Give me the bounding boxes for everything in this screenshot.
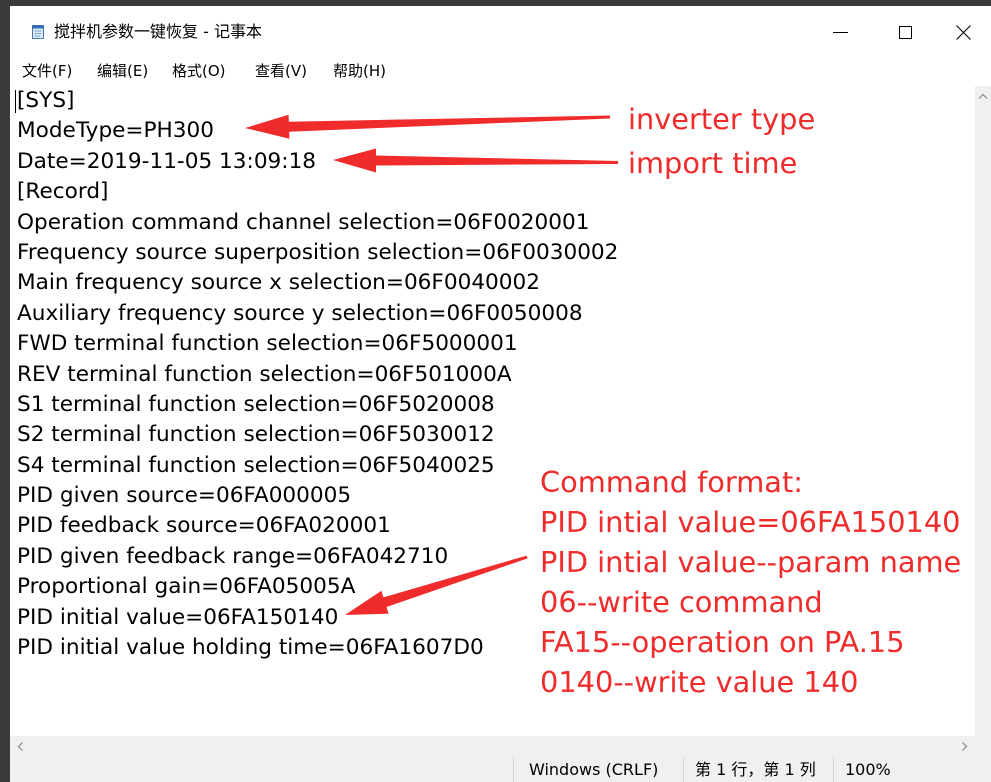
- chevron-up-icon: [978, 93, 988, 99]
- annotation-command-format-line: PID intial value=06FA150140: [540, 505, 961, 539]
- text-line[interactable]: PID feedback source=06FA020001: [17, 511, 618, 541]
- text-line[interactable]: PID initial value holding time=06FA1607D…: [17, 633, 618, 663]
- text-lines[interactable]: [SYS] ModeType=PH300 Date=2019-11-05 13:…: [17, 86, 618, 663]
- text-line[interactable]: Operation command channel selection=06F0…: [17, 208, 618, 238]
- text-line[interactable]: [Record]: [17, 177, 618, 207]
- status-zoom: 100%: [845, 760, 891, 779]
- annotation-command-format-line: PID intial value--param name: [540, 545, 962, 579]
- close-icon: [956, 24, 971, 40]
- status-bar: Windows (CRLF) 第 1 行，第 1 列 100%: [10, 757, 991, 782]
- text-line[interactable]: PID given feedback range=06FA042710: [17, 542, 618, 572]
- title-bar[interactable]: 搅拌机参数一键恢复 - 记事本: [10, 6, 991, 58]
- text-line[interactable]: S4 terminal function selection=06F504002…: [17, 451, 618, 481]
- text-line[interactable]: [SYS]: [17, 86, 618, 116]
- text-line[interactable]: Frequency source superposition selection…: [17, 238, 618, 268]
- status-line-ending: Windows (CRLF): [529, 760, 659, 779]
- scroll-left-button[interactable]: [10, 736, 31, 757]
- annotation-import-time: import time: [628, 146, 798, 180]
- status-separator: [833, 757, 834, 782]
- scrollbar-corner: [975, 736, 991, 757]
- annotation-command-format-line: FA15--operation on PA.15: [540, 625, 905, 659]
- notepad-icon[interactable]: [30, 24, 46, 40]
- status-separator: [683, 757, 684, 782]
- status-separator: [513, 757, 514, 782]
- maximize-button[interactable]: [876, 6, 934, 58]
- annotation-inverter-type: inverter type: [628, 102, 816, 136]
- text-caret: [15, 90, 16, 113]
- text-line[interactable]: REV terminal function selection=06F50100…: [17, 360, 618, 390]
- annotation-command-format-line: 06--write command: [540, 585, 823, 619]
- menu-format[interactable]: 格式(O): [172, 58, 226, 84]
- text-line[interactable]: ModeType=PH300: [17, 116, 618, 146]
- text-line[interactable]: S2 terminal function selection=06F503001…: [17, 420, 618, 450]
- menu-bar: 文件(F) 编辑(E) 格式(O) 查看(V) 帮助(H): [10, 58, 991, 84]
- menu-edit[interactable]: 编辑(E): [97, 58, 148, 84]
- status-cursor-position: 第 1 行，第 1 列: [695, 760, 816, 779]
- text-line[interactable]: PID initial value=06FA150140: [17, 603, 618, 633]
- menu-view[interactable]: 查看(V): [255, 58, 307, 84]
- minimize-icon: [832, 31, 848, 33]
- chevron-left-icon: [17, 742, 23, 751]
- text-line[interactable]: S1 terminal function selection=06F502000…: [17, 390, 618, 420]
- minimize-button[interactable]: [811, 6, 869, 58]
- scroll-up-button[interactable]: [975, 86, 991, 107]
- text-line[interactable]: Auxiliary frequency source y selection=0…: [17, 299, 618, 329]
- annotation-command-format-line: 0140--write value 140: [540, 665, 859, 699]
- vertical-scrollbar[interactable]: [975, 86, 991, 736]
- window-title: 搅拌机参数一键恢复 - 记事本: [54, 22, 262, 41]
- maximize-icon: [898, 25, 912, 39]
- text-line[interactable]: PID given source=06FA000005: [17, 481, 618, 511]
- text-line[interactable]: Date=2019-11-05 13:09:18: [17, 147, 618, 177]
- scroll-right-button[interactable]: [954, 736, 975, 757]
- close-button[interactable]: [936, 6, 991, 58]
- annotation-command-format-heading: Command format:: [540, 465, 803, 499]
- menu-help[interactable]: 帮助(H): [333, 58, 386, 84]
- horizontal-scrollbar[interactable]: [10, 736, 975, 757]
- text-line[interactable]: Main frequency source x selection=06F004…: [17, 268, 618, 298]
- chevron-right-icon: [962, 742, 968, 751]
- text-line[interactable]: Proportional gain=06FA05005A: [17, 572, 618, 602]
- annotation-command-format: Command format: PID intial value=06FA150…: [540, 462, 961, 702]
- text-line[interactable]: FWD terminal function selection=06F50000…: [17, 329, 618, 359]
- menu-file[interactable]: 文件(F): [22, 58, 72, 84]
